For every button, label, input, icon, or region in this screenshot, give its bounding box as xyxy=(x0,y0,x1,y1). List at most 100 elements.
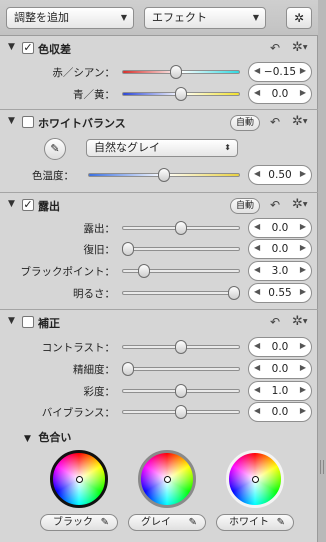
exposure-slider[interactable] xyxy=(122,221,240,235)
increment-icon[interactable]: ▶ xyxy=(300,265,306,274)
white-balance-section: ▼ ホワイトバランス 自動 ↶ ✲▼ ✎ 自然なグレイ ⬍ 色温度： ◀ 0.5… xyxy=(0,111,318,193)
value-stepper[interactable]: ◀ 0.0 ▶ xyxy=(248,218,312,238)
value-stepper[interactable]: ◀ 0.50 ▶ xyxy=(248,165,312,185)
disclosure-triangle-icon[interactable]: ▼ xyxy=(8,116,15,126)
value-stepper[interactable]: ◀ 0.55 ▶ xyxy=(248,283,312,303)
slider-thumb[interactable] xyxy=(170,65,183,79)
wheel-button-label: グレイ xyxy=(141,517,171,528)
auto-enhance-button[interactable]: ✲ xyxy=(286,7,312,29)
eyedropper-button[interactable]: ✎ xyxy=(44,138,66,160)
section-title: 露出 xyxy=(38,200,60,213)
slider-label: ブラックポイント： xyxy=(20,266,116,278)
increment-icon[interactable]: ▶ xyxy=(300,66,306,75)
slider-row-brightness: 明るさ： ◀ 0.55 ▶ xyxy=(0,282,318,304)
hue-subsection-header[interactable]: ▼ 色合い xyxy=(24,429,71,445)
slider-row-recovery: 復旧： ◀ 0.0 ▶ xyxy=(0,238,318,260)
increment-icon[interactable]: ▶ xyxy=(300,243,306,252)
effects-select[interactable]: エフェクト ▼ xyxy=(144,7,266,29)
value-stepper[interactable]: ◀ 0.0 ▶ xyxy=(248,239,312,259)
chevron-updown-icon: ⬍ xyxy=(224,143,231,152)
slider-thumb[interactable] xyxy=(137,264,150,278)
value-stepper[interactable]: ◀ 1.0 ▶ xyxy=(248,381,312,401)
effects-label: エフェクト xyxy=(152,11,207,24)
undo-icon[interactable]: ↶ xyxy=(270,115,280,129)
section-title: ホワイトバランス xyxy=(38,117,126,130)
recovery-slider[interactable] xyxy=(121,242,240,256)
vibrancy-slider[interactable] xyxy=(122,405,240,419)
undo-icon[interactable]: ↶ xyxy=(270,41,280,55)
value-stepper[interactable]: ◀ 3.0 ▶ xyxy=(248,261,312,281)
white-color-wheel[interactable] xyxy=(226,450,284,508)
slider-thumb[interactable] xyxy=(175,384,187,398)
eyedropper-icon: ✎ xyxy=(276,517,285,528)
slider-thumb[interactable] xyxy=(121,242,134,256)
slider-thumb[interactable] xyxy=(175,405,187,419)
brightness-slider[interactable] xyxy=(122,286,241,300)
slider-thumb[interactable] xyxy=(228,286,241,300)
wheel-handle[interactable] xyxy=(76,476,83,483)
value-stepper[interactable]: ◀ 0.0 ▶ xyxy=(248,359,312,379)
black-color-wheel[interactable] xyxy=(50,450,108,508)
enable-checkbox[interactable] xyxy=(22,116,34,128)
disclosure-triangle-icon[interactable]: ▼ xyxy=(8,199,15,209)
slider-row-temperature: 色温度： ◀ 0.50 ▶ xyxy=(0,164,318,186)
slider-thumb[interactable] xyxy=(121,362,134,376)
increment-icon[interactable]: ▶ xyxy=(300,341,306,350)
slider-thumb[interactable] xyxy=(158,168,170,182)
section-header: ▼ 補正 ↶ ✲▼ xyxy=(0,311,318,335)
blue-yellow-slider[interactable] xyxy=(122,87,240,101)
auto-button[interactable]: 自動 xyxy=(230,115,260,131)
toolbar: 調整を追加 ▼ エフェクト ▼ ✲ xyxy=(0,0,318,36)
value-stepper[interactable]: ◀ −0.15 ▶ xyxy=(248,62,312,82)
slider-label: 精細度： xyxy=(73,364,115,376)
increment-icon[interactable]: ▶ xyxy=(300,169,306,178)
increment-icon[interactable]: ▶ xyxy=(300,88,306,97)
increment-icon[interactable]: ▶ xyxy=(300,406,306,415)
disclosure-triangle-icon[interactable]: ▼ xyxy=(24,434,31,444)
contrast-slider[interactable] xyxy=(122,340,240,354)
disclosure-triangle-icon[interactable]: ▼ xyxy=(8,316,15,326)
disclosure-triangle-icon[interactable]: ▼ xyxy=(8,42,15,52)
value-stepper[interactable]: ◀ 0.0 ▶ xyxy=(248,337,312,357)
increment-icon[interactable]: ▶ xyxy=(300,385,306,394)
add-adjustment-select[interactable]: 調整を追加 ▼ xyxy=(6,7,134,29)
chevron-down-icon: ▼ xyxy=(252,13,259,22)
white-balance-mode-select[interactable]: 自然なグレイ ⬍ xyxy=(86,139,238,157)
black-point-slider[interactable] xyxy=(122,264,240,278)
eyedropper-icon: ✎ xyxy=(188,517,197,528)
gear-icon[interactable]: ✲▼ xyxy=(292,314,308,329)
red-cyan-slider[interactable] xyxy=(122,65,240,79)
gear-icon[interactable]: ✲▼ xyxy=(292,40,308,55)
temperature-slider[interactable] xyxy=(88,168,240,182)
increment-icon[interactable]: ▶ xyxy=(300,363,306,372)
resize-handle[interactable] xyxy=(320,460,324,474)
wheel-handle[interactable] xyxy=(164,476,171,483)
gear-icon[interactable]: ✲▼ xyxy=(292,197,308,212)
undo-icon[interactable]: ↶ xyxy=(270,315,280,329)
slider-label: バイブランス： xyxy=(41,407,115,419)
slider-thumb[interactable] xyxy=(175,340,187,354)
slider-thumb[interactable] xyxy=(175,221,187,235)
enable-checkbox[interactable]: ✓ xyxy=(22,42,34,54)
definition-slider[interactable] xyxy=(121,362,240,376)
enable-checkbox[interactable] xyxy=(22,316,34,328)
increment-icon[interactable]: ▶ xyxy=(300,287,306,296)
value-stepper[interactable]: ◀ 0.0 ▶ xyxy=(248,402,312,422)
white-eyedropper-button[interactable]: ホワイト ✎ xyxy=(216,514,294,531)
value-stepper[interactable]: ◀ 0.0 ▶ xyxy=(248,84,312,104)
slider-label: 露出： xyxy=(83,223,116,235)
black-eyedropper-button[interactable]: ブラック ✎ xyxy=(40,514,118,531)
increment-icon[interactable]: ▶ xyxy=(300,222,306,231)
slider-row-red-cyan: 赤／シアン： ◀ −0.15 ▶ xyxy=(0,61,318,83)
gray-eyedropper-button[interactable]: グレイ ✎ xyxy=(128,514,206,531)
slider-thumb[interactable] xyxy=(175,87,187,101)
slider-row-blue-yellow: 青／黄： ◀ 0.0 ▶ xyxy=(0,83,318,105)
gray-color-wheel[interactable] xyxy=(138,450,196,508)
saturation-slider[interactable] xyxy=(122,384,240,398)
slider-row-vibrancy: バイブランス： ◀ 0.0 ▶ xyxy=(0,401,318,423)
enable-checkbox[interactable]: ✓ xyxy=(22,199,34,211)
wheel-handle[interactable] xyxy=(252,476,259,483)
gear-icon[interactable]: ✲▼ xyxy=(292,114,308,129)
undo-icon[interactable]: ↶ xyxy=(270,198,280,212)
auto-button[interactable]: 自動 xyxy=(230,198,260,214)
